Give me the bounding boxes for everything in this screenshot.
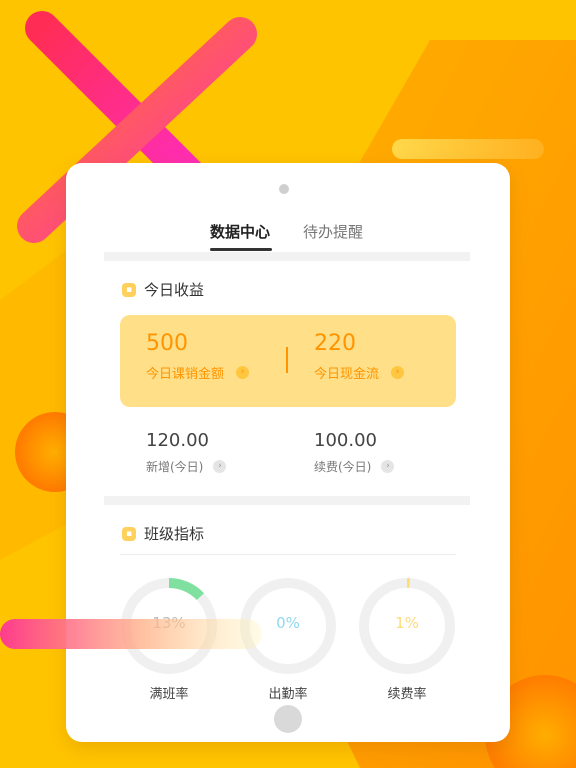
revenue-divider bbox=[286, 347, 288, 373]
attendance-rate-label: 出勤率 bbox=[268, 687, 308, 702]
tab-bar: 数据中心 待办提醒 bbox=[66, 221, 510, 255]
today-revenue-title: 今日收益 bbox=[144, 281, 205, 299]
new-today-label: 新增(今日) bbox=[146, 460, 204, 474]
active-tab-indicator bbox=[210, 248, 272, 251]
renewal-rate-value: 1% bbox=[395, 614, 419, 632]
renewal-today-item[interactable]: 100.00 续费(今日) › bbox=[314, 430, 395, 475]
class-metrics-header: ▪ 班级指标 bbox=[122, 523, 204, 544]
section-divider bbox=[104, 252, 470, 261]
cash-flow-value: 220 bbox=[314, 331, 356, 356]
renewal-today-label: 续费(今日) bbox=[314, 460, 372, 474]
camera-dot bbox=[279, 184, 289, 194]
renewal-rate-label: 续费率 bbox=[387, 687, 427, 702]
course-sales-label: 今日课销金额 bbox=[146, 367, 225, 382]
course-sales-value: 500 bbox=[146, 331, 188, 356]
course-sales-item[interactable]: 500 今日课销金额 › bbox=[146, 331, 250, 382]
tab-todo-reminder[interactable]: 待办提醒 bbox=[303, 221, 363, 242]
renewal-today-value: 100.00 bbox=[314, 430, 377, 451]
home-button[interactable] bbox=[274, 705, 302, 733]
chevron-right-icon[interactable]: › bbox=[381, 460, 395, 473]
chevron-right-icon[interactable]: › bbox=[391, 366, 405, 379]
renewal-rate-ring: 1% 续费率 bbox=[358, 577, 456, 702]
revenue-card: 500 今日课销金额 › 220 今日现金流 › bbox=[120, 315, 456, 407]
cash-flow-item[interactable]: 220 今日现金流 › bbox=[314, 331, 405, 382]
section-divider bbox=[104, 496, 470, 505]
cash-flow-label: 今日现金流 bbox=[314, 367, 380, 382]
decorative-gradient-bar bbox=[0, 619, 262, 649]
chevron-right-icon[interactable]: › bbox=[213, 460, 227, 473]
class-metrics-title: 班级指标 bbox=[144, 525, 205, 543]
coin-icon: ▪ bbox=[122, 282, 136, 297]
chevron-right-icon[interactable]: › bbox=[236, 366, 250, 379]
new-today-item[interactable]: 120.00 新增(今日) › bbox=[146, 430, 227, 475]
tablet-card: 数据中心 待办提醒 ▪ 今日收益 500 今日课销金额 › 220 今日现金流 … bbox=[66, 163, 510, 742]
today-revenue-header: ▪ 今日收益 bbox=[122, 279, 204, 300]
chart-icon: ▪ bbox=[122, 526, 136, 541]
full-class-rate-label: 满班率 bbox=[149, 687, 189, 702]
header-underline bbox=[120, 554, 456, 555]
tab-data-center[interactable]: 数据中心 bbox=[210, 221, 270, 242]
new-today-value: 120.00 bbox=[146, 430, 209, 451]
